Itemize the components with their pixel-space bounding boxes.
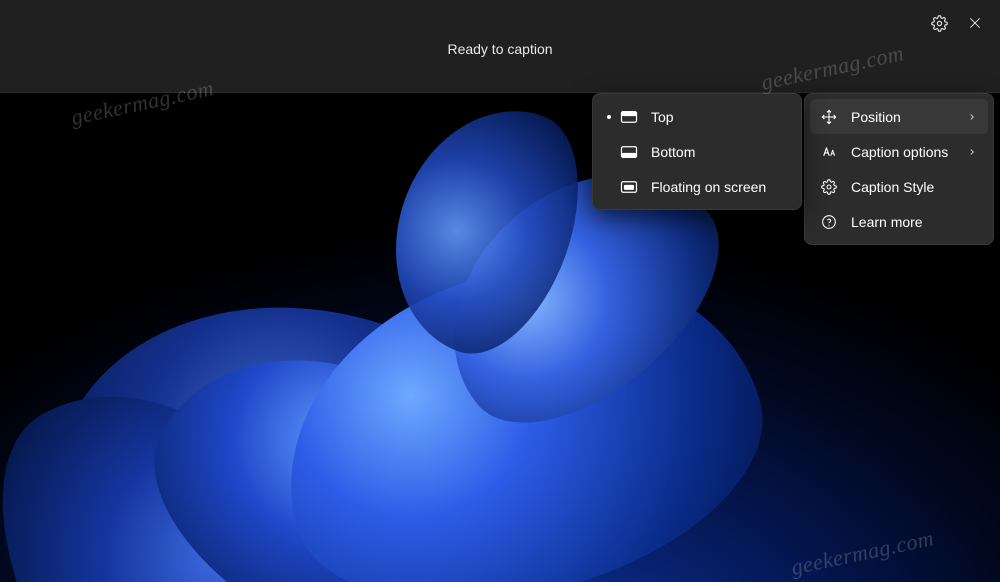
menu-item-label: Caption options [851, 144, 953, 160]
menu-item-label: Top [651, 109, 786, 125]
floating-window-icon [620, 178, 638, 196]
chevron-right-icon [966, 147, 978, 157]
settings-button[interactable] [924, 8, 954, 38]
menu-item-label: Learn more [851, 214, 978, 230]
caption-bar-controls [924, 8, 990, 38]
menu-item-caption-options[interactable]: Caption options [810, 134, 988, 169]
position-option-floating[interactable]: Floating on screen [598, 169, 796, 204]
close-button[interactable] [960, 8, 990, 38]
dock-top-icon [620, 108, 638, 126]
menu-item-caption-style[interactable]: Caption Style [810, 169, 988, 204]
menu-item-learn-more[interactable]: Learn more [810, 204, 988, 239]
menu-item-label: Position [851, 109, 953, 125]
gear-icon [820, 178, 838, 196]
position-submenu: Top Bottom Floating on screen [592, 93, 802, 210]
gear-icon [931, 15, 948, 32]
chevron-right-icon [966, 112, 978, 122]
move-icon [820, 108, 838, 126]
menu-item-position[interactable]: Position [810, 99, 988, 134]
menu-item-label: Bottom [651, 144, 786, 160]
position-option-top[interactable]: Top [598, 99, 796, 134]
close-icon [968, 16, 982, 30]
live-captions-bar: Ready to caption [0, 0, 1000, 93]
menu-item-label: Floating on screen [651, 179, 786, 195]
settings-menu: Position Caption options Caption Style [804, 93, 994, 245]
text-size-icon [820, 143, 838, 161]
menu-item-label: Caption Style [851, 179, 978, 195]
caption-status-text: Ready to caption [447, 41, 552, 57]
help-icon [820, 213, 838, 231]
position-option-bottom[interactable]: Bottom [598, 134, 796, 169]
dock-bottom-icon [620, 143, 638, 161]
